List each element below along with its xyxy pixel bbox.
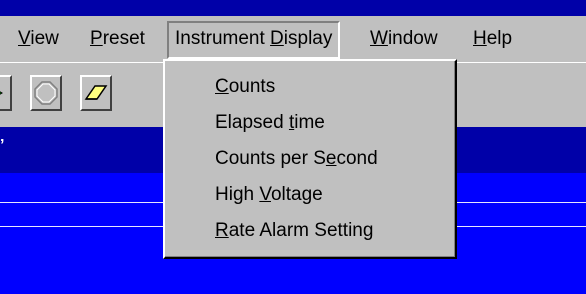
instrument-display-menu: Counts Elapsed time Counts per Second Hi… <box>163 59 457 259</box>
menu-instrument-display[interactable]: Instrument Display <box>167 21 341 59</box>
play-button[interactable] <box>0 75 12 111</box>
menu-window[interactable]: Window <box>370 23 438 55</box>
menu-item-high-voltage[interactable]: High Voltage <box>215 179 323 211</box>
menu-help[interactable]: Help <box>473 23 512 55</box>
play-icon <box>0 91 3 95</box>
menu-preset[interactable]: Preset <box>90 23 145 55</box>
eraser-icon <box>84 85 108 100</box>
menu-view[interactable]: View <box>18 23 59 55</box>
menu-item-counts-per-second[interactable]: Counts per Second <box>215 143 378 175</box>
truncated-title-glyph: ’ <box>0 137 5 154</box>
title-bar-strip <box>0 0 586 16</box>
stop-icon <box>34 81 58 105</box>
menu-item-elapsed-time[interactable]: Elapsed time <box>215 107 325 139</box>
menu-item-rate-alarm-setting[interactable]: Rate Alarm Setting <box>215 215 373 247</box>
menu-item-counts[interactable]: Counts <box>215 71 275 103</box>
stop-button[interactable] <box>30 75 62 111</box>
clear-button[interactable] <box>80 75 112 111</box>
menu-bar: View Preset Instrument Display Window He… <box>0 16 586 62</box>
